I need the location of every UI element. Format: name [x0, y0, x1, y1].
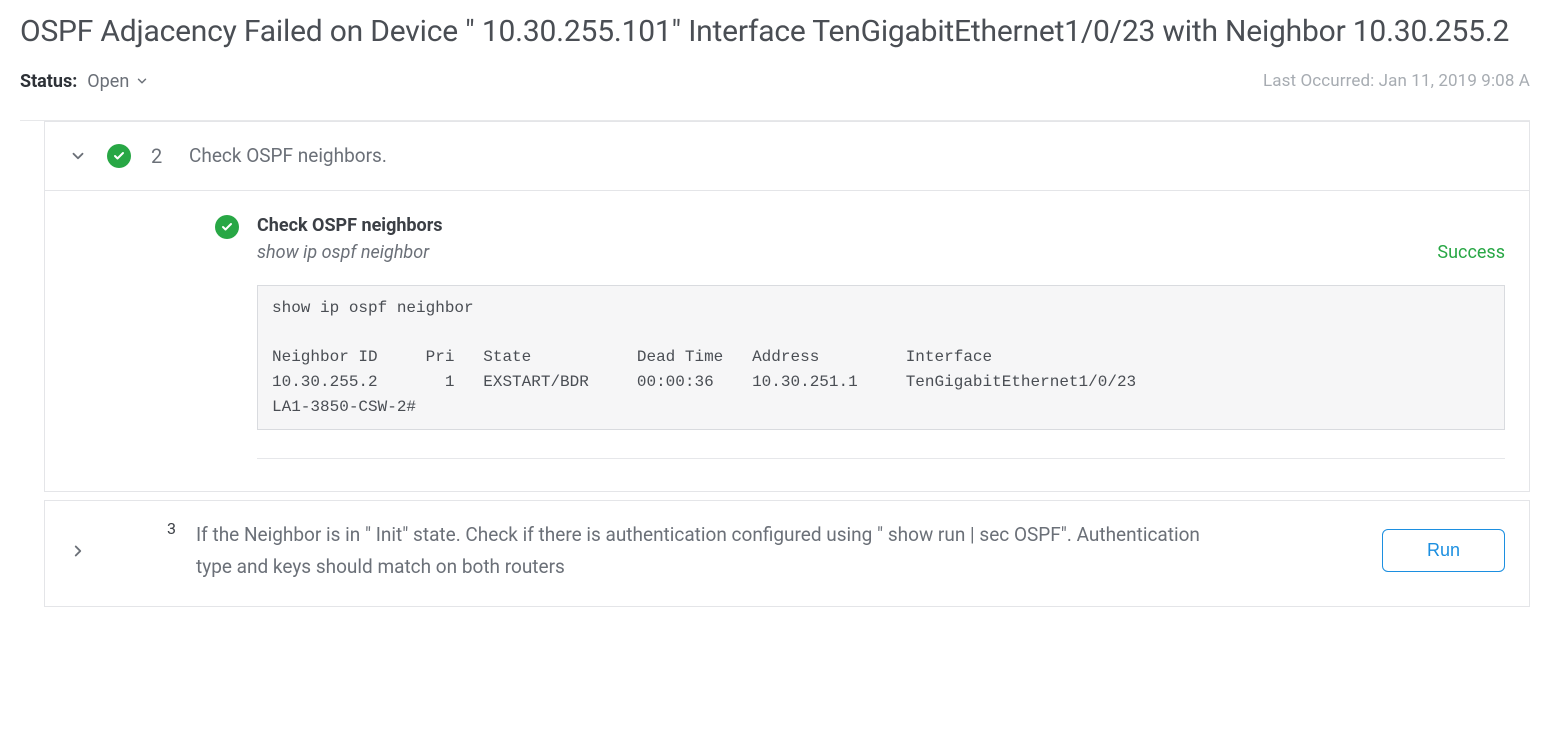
chevron-down-icon	[69, 147, 87, 165]
check-icon	[221, 221, 233, 233]
step-body-2: Check OSPF neighbors show ip ospf neighb…	[45, 190, 1529, 492]
step-number: 2	[151, 144, 169, 168]
status-success-icon	[107, 144, 131, 168]
check-icon	[113, 150, 125, 162]
substep-title: Check OSPF neighbors	[257, 215, 1505, 236]
step-card-3: 3 If the Neighbor is in " Init" state. C…	[44, 500, 1530, 607]
step-description: Check OSPF neighbors.	[189, 144, 387, 167]
status-row: Status: Open Last Occurred: Jan 11, 2019…	[20, 71, 1530, 121]
status-dropdown[interactable]: Open	[87, 71, 149, 92]
substep-command: show ip ospf neighbor	[257, 242, 429, 263]
step-card-2: 2 Check OSPF neighbors. Check OSPF neigh…	[44, 121, 1530, 493]
step-header-2[interactable]: 2 Check OSPF neighbors.	[45, 122, 1529, 190]
status-success-icon	[215, 215, 239, 239]
last-occurred: Last Occurred: Jan 11, 2019 9:08 A	[1263, 71, 1530, 91]
step-number: 3	[167, 519, 176, 538]
page-title: OSPF Adjacency Failed on Device " 10.30.…	[20, 12, 1530, 53]
status-label: Status:	[20, 71, 77, 92]
divider	[257, 458, 1505, 459]
run-button[interactable]: Run	[1382, 529, 1505, 572]
step-description: If the Neighbor is in " Init" state. Che…	[196, 519, 1236, 582]
collapse-toggle[interactable]	[69, 147, 87, 165]
chevron-right-icon	[69, 542, 87, 560]
chevron-down-icon	[135, 74, 149, 88]
expand-toggle[interactable]	[69, 542, 87, 560]
status-value-text: Open	[87, 71, 129, 92]
substep-result: Success	[1437, 242, 1505, 263]
cli-output[interactable]: show ip ospf neighbor Neighbor ID Pri St…	[257, 285, 1505, 431]
